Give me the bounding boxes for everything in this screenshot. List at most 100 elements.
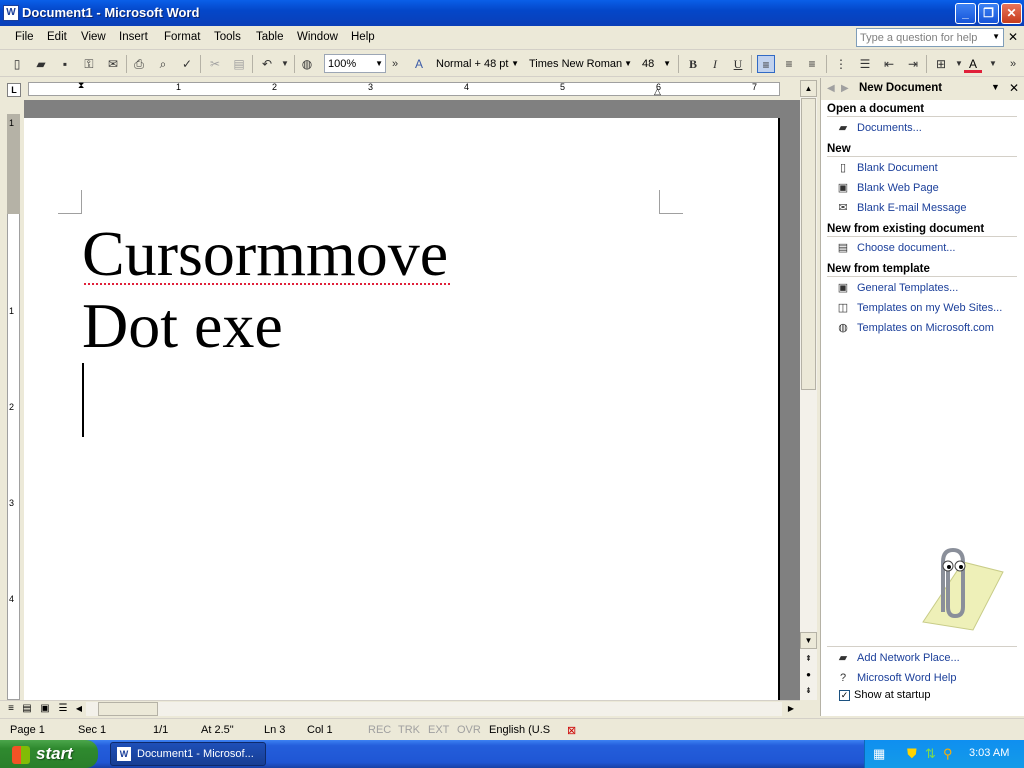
open-folder-icon[interactable]: ▰ [32, 55, 50, 73]
restore-button[interactable]: ❐ [978, 3, 999, 24]
normal-view-icon[interactable]: ≡ [4, 702, 18, 716]
blank-web-page-link[interactable]: ▣ Blank Web Page [835, 181, 1024, 199]
close-icon[interactable]: ✕ [1009, 81, 1019, 95]
new-document-icon[interactable]: ▯ [8, 55, 26, 73]
general-templates-link[interactable]: ▣ General Templates... [835, 281, 1024, 299]
status-trk[interactable]: TRK [398, 724, 420, 736]
status-language[interactable]: English (U.S [489, 724, 550, 736]
status-ext[interactable]: EXT [428, 724, 449, 736]
tab-selector[interactable]: L [7, 83, 21, 97]
numbering-icon[interactable]: ⋮ [832, 55, 850, 73]
bullets-icon[interactable]: ☰ [856, 55, 874, 73]
paste-icon[interactable]: ▤ [230, 55, 248, 73]
menu-file[interactable]: File [15, 31, 34, 43]
menu-format[interactable]: Format [164, 31, 200, 43]
office-assistant-clippy-icon[interactable] [903, 542, 1013, 632]
status-line[interactable]: Ln 3 [264, 724, 285, 736]
blank-document-link[interactable]: ▯ Blank Document [835, 161, 1024, 179]
undo-icon[interactable]: ↶ [258, 55, 276, 73]
menu-view[interactable]: View [81, 31, 106, 43]
templates-microsoft-link[interactable]: ◍ Templates on Microsoft.com [835, 321, 1024, 339]
ask-question-input[interactable]: Type a question for help ▼ [856, 28, 1004, 47]
document-close-button[interactable]: ✕ [1008, 30, 1018, 44]
status-section[interactable]: Sec 1 [78, 724, 106, 736]
word-help-link[interactable]: ? Microsoft Word Help [835, 671, 1024, 689]
checkmark-icon[interactable]: ✓ [839, 689, 850, 701]
templates-web-sites-link[interactable]: ◫ Templates on my Web Sites... [835, 301, 1024, 319]
back-arrow-icon[interactable]: ◀ [827, 83, 835, 94]
minimize-button[interactable]: _ [955, 3, 976, 24]
document-area[interactable]: Cursormmove Dot exe [24, 100, 800, 700]
scroll-right-button[interactable]: ▶ [784, 702, 798, 716]
clock[interactable]: 3:03 AM [969, 747, 1009, 759]
chevron-down-icon[interactable]: ▼ [276, 55, 294, 73]
web-layout-view-icon[interactable]: ▤ [20, 702, 34, 716]
chevron-down-icon[interactable]: ▼ [663, 59, 671, 68]
align-center-icon[interactable]: ≡ [780, 55, 798, 73]
styles-icon[interactable]: A [410, 55, 428, 73]
network-icon[interactable]: ⇅ [925, 746, 936, 762]
chevron-down-icon[interactable]: ▼ [991, 82, 1000, 92]
style-select[interactable]: Normal + 48 pt ▼ [432, 54, 522, 73]
decrease-indent-icon[interactable]: ⇤ [880, 55, 898, 73]
save-icon[interactable]: ▪ [56, 55, 74, 73]
chevron-down-icon[interactable]: ▼ [984, 55, 1002, 73]
title-bar[interactable]: W Document1 - Microsoft Word _ ❐ ✕ [0, 0, 1024, 26]
toolbar-options-icon[interactable]: » [386, 55, 404, 73]
increase-indent-icon[interactable]: ⇥ [904, 55, 922, 73]
borders-icon[interactable]: ⊞ [932, 55, 950, 73]
zoom-select[interactable]: 100% ▼ [324, 54, 386, 73]
horizontal-ruler[interactable]: L 1 2 3 4 5 6 7 ⧗ △ [0, 78, 820, 100]
web-globe-icon[interactable]: ◍ [298, 55, 316, 73]
font-size-select[interactable]: 48 ▼ [638, 54, 674, 73]
menu-window[interactable]: Window [297, 31, 338, 43]
menu-edit[interactable]: Edit [47, 31, 67, 43]
indent-marker-icon[interactable]: ⧗ [78, 80, 84, 91]
scroll-left-button[interactable]: ◀ [72, 702, 86, 716]
forward-arrow-icon[interactable]: ▶ [841, 83, 849, 94]
scroll-thumb[interactable] [801, 98, 816, 390]
show-at-startup-checkbox[interactable]: ✓ Show at startup [839, 689, 930, 701]
next-page-button[interactable]: ⇟ [800, 682, 817, 699]
blank-email-link[interactable]: ✉ Blank E-mail Message [835, 201, 1024, 219]
spelling-icon[interactable]: ✓ [178, 55, 196, 73]
align-left-icon[interactable]: ≡ [757, 55, 775, 73]
horizontal-scrollbar[interactable]: ≡ ▤ ▣ ☰ ◀ ▶ [0, 700, 800, 716]
menu-tools[interactable]: Tools [214, 31, 241, 43]
bold-button[interactable]: B [684, 55, 702, 73]
scroll-down-button[interactable]: ▼ [800, 632, 817, 649]
align-right-icon[interactable]: ≡ [803, 55, 821, 73]
cut-icon[interactable]: ✂ [206, 55, 224, 73]
status-ovr[interactable]: OVR [457, 724, 481, 736]
taskbar-item-word[interactable]: W Document1 - Microsof... [110, 742, 266, 766]
font-select[interactable]: Times New Roman ▼ [525, 54, 635, 73]
vertical-ruler[interactable]: 1 1 2 3 4 [0, 100, 24, 700]
vertical-scrollbar[interactable]: ▲ ▼ ⇞ ● ⇟ [800, 80, 817, 700]
documents-link[interactable]: ▰ Documents... [835, 121, 1024, 139]
security-shield-icon[interactable]: ⛊ [907, 746, 917, 762]
ruler-strip[interactable] [28, 82, 780, 96]
chevron-down-icon[interactable]: ▼ [375, 59, 383, 68]
font-color-icon[interactable]: A [964, 55, 982, 73]
hscroll-thumb[interactable] [98, 702, 158, 716]
outline-view-icon[interactable]: ☰ [56, 702, 70, 716]
word-app-icon[interactable]: W [3, 5, 19, 21]
scroll-up-button[interactable]: ▲ [800, 80, 817, 97]
print-icon[interactable]: ⎙ [130, 55, 148, 73]
right-indent-marker-icon[interactable]: △ [654, 86, 661, 97]
print-preview-icon[interactable]: ⌕ [154, 55, 172, 73]
menu-table[interactable]: Table [256, 31, 284, 43]
chevron-down-icon[interactable]: ▼ [992, 32, 1000, 41]
underline-button[interactable]: U [729, 55, 747, 73]
search-icon[interactable]: ⚲ [943, 746, 953, 762]
chevron-down-icon[interactable]: ▼ [624, 59, 632, 68]
status-rec[interactable]: REC [368, 724, 391, 736]
italic-button[interactable]: I [706, 55, 724, 73]
menu-help[interactable]: Help [351, 31, 375, 43]
add-network-place-link[interactable]: ▰ Add Network Place... [835, 651, 1024, 669]
menu-insert[interactable]: Insert [119, 31, 148, 43]
toolbar-options-icon[interactable]: » [1004, 55, 1022, 73]
document-page[interactable]: Cursormmove Dot exe [24, 118, 780, 700]
hscroll-track[interactable] [86, 702, 782, 716]
email-icon[interactable]: ✉ [104, 55, 122, 73]
